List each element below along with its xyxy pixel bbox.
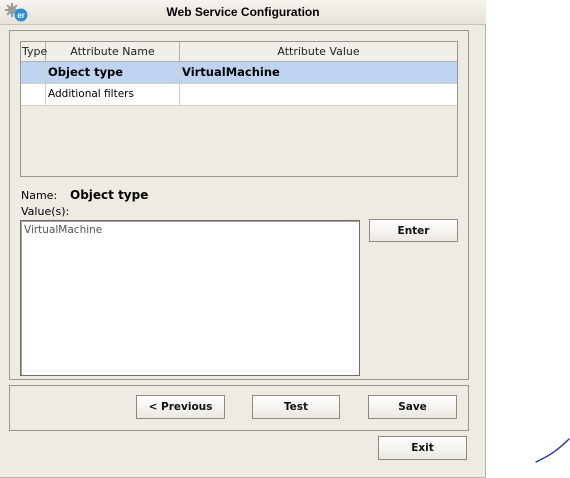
window-title: Web Service Configuration — [166, 5, 320, 19]
column-header-attribute-name[interactable]: Attribute Name — [46, 42, 180, 62]
table-cell-attribute-name: Additional filters — [46, 84, 180, 105]
enter-button[interactable]: Enter — [369, 219, 458, 242]
table-row-object-type[interactable]: Object type VirtualMachine — [21, 62, 457, 84]
table-row-additional-filters[interactable]: Additional filters — [21, 84, 457, 106]
navigation-panel: < Previous Test Save — [9, 385, 469, 431]
attributes-table: Type Attribute Name Attribute Value Obje… — [20, 41, 458, 177]
table-cell-attribute-name: Object type — [46, 62, 180, 83]
name-label: Name: — [21, 189, 58, 202]
web-service-configuration-window: er Web Service Configuration Type Attrib… — [0, 0, 486, 478]
exit-button[interactable]: Exit — [378, 436, 467, 460]
column-header-type[interactable]: Type — [21, 42, 47, 62]
save-button[interactable]: Save — [368, 395, 457, 419]
pen-stroke-annotation — [535, 438, 570, 463]
table-cell-type — [21, 62, 46, 83]
table-header: Type Attribute Name Attribute Value — [21, 42, 457, 62]
attribute-panel: Type Attribute Name Attribute Value Obje… — [9, 30, 469, 380]
table-cell-type — [21, 84, 46, 105]
values-label: Value(s): — [21, 205, 70, 218]
title-bar[interactable]: er Web Service Configuration — [0, 0, 486, 25]
name-value: Object type — [70, 188, 149, 202]
test-button[interactable]: Test — [252, 395, 340, 419]
table-cell-attribute-value: VirtualMachine — [182, 65, 280, 79]
previous-button[interactable]: < Previous — [136, 395, 225, 419]
column-header-attribute-value[interactable]: Attribute Value — [180, 42, 457, 62]
values-textarea[interactable]: VirtualMachine — [20, 220, 360, 376]
table-cell-attribute-value — [180, 84, 457, 105]
